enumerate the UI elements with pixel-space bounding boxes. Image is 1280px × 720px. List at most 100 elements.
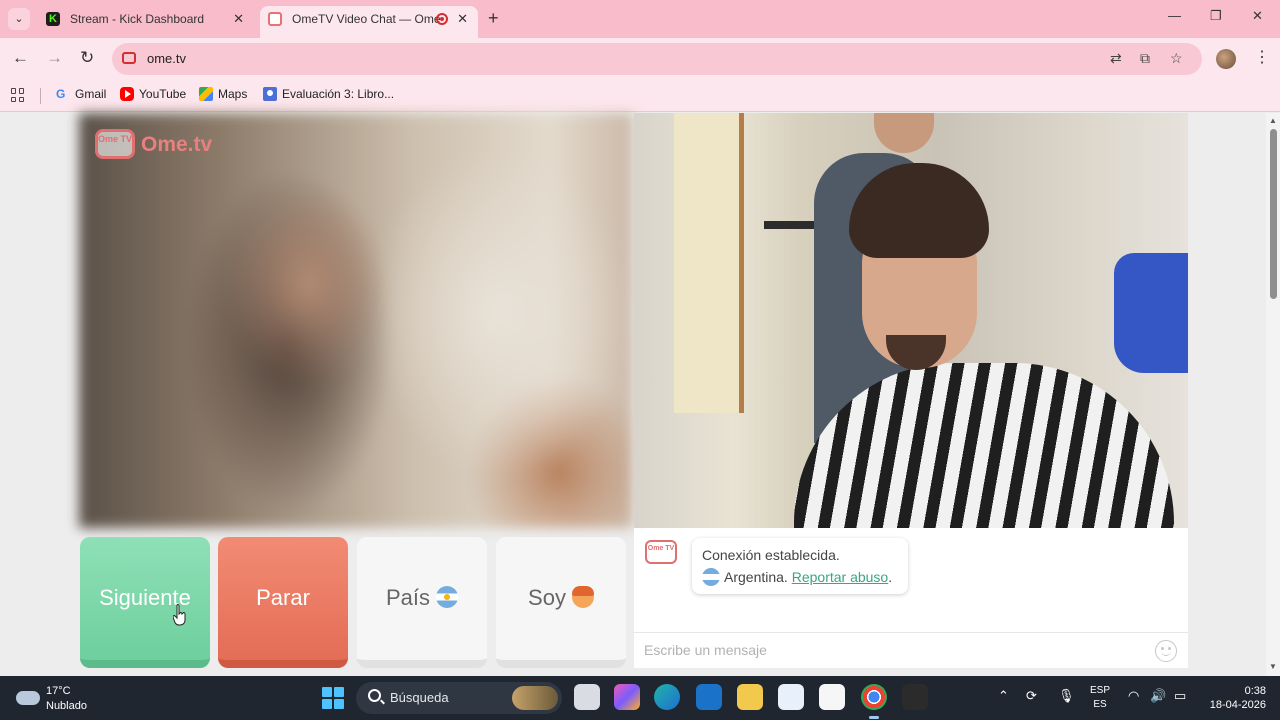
- message-input[interactable]: [644, 642, 1144, 658]
- file-explorer-icon[interactable]: [737, 684, 763, 710]
- tab-search-button[interactable]: ⌄: [8, 8, 30, 30]
- language-indicator[interactable]: ESP ES: [1090, 684, 1110, 712]
- profile-avatar[interactable]: [1216, 49, 1236, 69]
- wifi-icon[interactable]: ◠: [1128, 688, 1139, 704]
- install-app-icon[interactable]: ⧉: [1140, 50, 1150, 67]
- edge-icon[interactable]: [654, 684, 680, 710]
- report-suffix: .: [888, 569, 893, 585]
- kick-favicon-icon: [46, 6, 60, 32]
- language-code: ESP: [1090, 685, 1111, 696]
- notepad-icon[interactable]: [778, 684, 804, 710]
- recording-indicator-icon: [436, 13, 448, 25]
- bookmark-label: Maps: [218, 87, 248, 101]
- bookmark-gmail[interactable]: G Gmail: [56, 87, 106, 101]
- youtube-icon: [120, 87, 134, 101]
- tv-logo-icon: Ome TV: [95, 129, 135, 159]
- bookmark-label: YouTube: [139, 87, 187, 101]
- ometv-chat-logo-icon: Ome TV: [645, 540, 677, 564]
- bookmark-evaluacion[interactable]: Evaluación 3: Libro...: [263, 87, 394, 101]
- keyboard-layout: ES: [1093, 699, 1107, 710]
- microphone-icon[interactable]: 🎙: [1058, 688, 1075, 704]
- copilot-icon[interactable]: [614, 684, 640, 710]
- tab-title: OmeTV Video Chat — Ome: [292, 12, 441, 26]
- connection-status: Conexión establecida.: [702, 547, 840, 563]
- partner-country: Argentina.: [724, 569, 788, 585]
- search-label: Búsqueda: [390, 690, 449, 705]
- country-label: País: [385, 585, 431, 610]
- forward-button[interactable]: →: [46, 48, 63, 68]
- browser-tab-bar: ⌄ Stream - Kick Dashboard ✕ OmeTV Video …: [0, 0, 1280, 38]
- chrome-icon[interactable]: [861, 684, 887, 719]
- system-clock[interactable]: 0:38 18-04-2026: [1200, 684, 1266, 712]
- bookmarks-bar: G Gmail YouTube Maps Evaluación 3: Libro…: [0, 80, 1280, 112]
- battery-icon[interactable]: ▭: [1174, 688, 1186, 704]
- weather-condition: Nublado: [46, 700, 87, 712]
- scroll-down-icon[interactable]: ▼: [1269, 662, 1277, 671]
- new-tab-button[interactable]: +: [488, 8, 499, 29]
- back-button[interactable]: ←: [12, 48, 29, 68]
- camera-in-use-icon[interactable]: [122, 52, 136, 64]
- browser-menu-icon[interactable]: ⋮: [1254, 47, 1270, 67]
- bookmark-maps[interactable]: Maps: [199, 87, 247, 101]
- next-button[interactable]: Siguiente: [80, 537, 210, 668]
- clock-date: 18-04-2026: [1209, 699, 1266, 711]
- tab-close-icon[interactable]: ✕: [233, 6, 244, 32]
- cloud-icon: [16, 691, 40, 705]
- bookmarks-divider: [40, 88, 41, 104]
- streamer-figure: [794, 163, 1174, 528]
- address-bar[interactable]: ome.tv ⇄ ⧉ ☆: [112, 43, 1202, 75]
- report-abuse-link[interactable]: Reportar abuso: [792, 569, 889, 585]
- close-window-button[interactable]: ✕: [1252, 8, 1263, 24]
- tab-title: Stream - Kick Dashboard: [70, 12, 205, 26]
- windows-taskbar: 17°C Nublado Búsqueda ⌃ ⟳ 🎙 ESP ES ◠ 🔊 ▭…: [0, 676, 1280, 720]
- scrollbar-thumb[interactable]: [1270, 129, 1277, 299]
- apps-grid-icon[interactable]: [11, 88, 25, 102]
- background-door: [674, 113, 744, 413]
- argentina-flag-icon: [702, 567, 720, 586]
- reload-button[interactable]: ↻: [80, 48, 94, 68]
- restore-button[interactable]: ❐: [1210, 8, 1222, 24]
- scroll-up-icon[interactable]: ▲: [1269, 116, 1277, 125]
- gender-button[interactable]: Soy: [496, 537, 626, 668]
- gender-label: Soy: [528, 585, 566, 610]
- weather-widget[interactable]: 17°C Nublado: [16, 683, 136, 713]
- stop-button[interactable]: Parar: [218, 537, 348, 668]
- self-video: [634, 113, 1188, 528]
- ometv-page: Ome TV Ome.tv Siguiente Parar País Soy O…: [0, 113, 1280, 676]
- translate-icon[interactable]: ⇄: [1110, 50, 1122, 67]
- search-icon: [368, 689, 381, 702]
- taskbar-search[interactable]: Búsqueda: [356, 682, 562, 714]
- maps-icon: [199, 87, 213, 101]
- bookmark-star-icon[interactable]: ☆: [1170, 50, 1183, 67]
- chat-input-area: [634, 632, 1188, 668]
- country-button[interactable]: País: [357, 537, 487, 668]
- show-hidden-icons-icon[interactable]: ⌃: [998, 688, 1009, 704]
- j-app-icon[interactable]: [819, 684, 845, 710]
- bookmark-label: Gmail: [75, 87, 107, 101]
- chat-panel: Ome TV Conexión establecida. Argentina. …: [634, 528, 1188, 668]
- bookmark-label: Evaluación 3: Libro...: [282, 87, 395, 101]
- volume-icon[interactable]: 🔊: [1150, 688, 1166, 704]
- tab-close-icon[interactable]: ✕: [457, 6, 468, 32]
- ometv-favicon-icon: [268, 12, 282, 26]
- url-text[interactable]: ome.tv: [147, 51, 186, 66]
- logo-text: Ome.tv: [141, 133, 213, 156]
- boy-icon: [571, 586, 594, 609]
- browser-toolbar: ← → ↻ ome.tv ⇄ ⧉ ☆ ⋮: [0, 38, 1280, 80]
- bookmark-youtube[interactable]: YouTube: [120, 87, 186, 101]
- stranger-video-overlay: Ome TV Ome.tv: [79, 113, 633, 528]
- emoji-icon[interactable]: [1155, 640, 1177, 662]
- tab-kick-dashboard[interactable]: Stream - Kick Dashboard ✕: [38, 6, 254, 38]
- obs-studio-icon[interactable]: [902, 684, 928, 710]
- document-icon: [263, 87, 277, 101]
- weather-temp: 17°C: [46, 685, 71, 697]
- sync-icon[interactable]: ⟳: [1026, 688, 1037, 704]
- windows-start-icon[interactable]: [322, 687, 344, 709]
- clock-time: 0:38: [1244, 685, 1266, 697]
- tab-ometv[interactable]: OmeTV Video Chat — Ome ✕: [260, 6, 478, 38]
- outlook-icon[interactable]: [696, 684, 722, 710]
- search-highlight-image: [512, 686, 558, 710]
- minimize-button[interactable]: —: [1168, 8, 1181, 23]
- task-view-icon[interactable]: [574, 684, 600, 710]
- page-scrollbar[interactable]: ▲ ▼: [1266, 113, 1280, 676]
